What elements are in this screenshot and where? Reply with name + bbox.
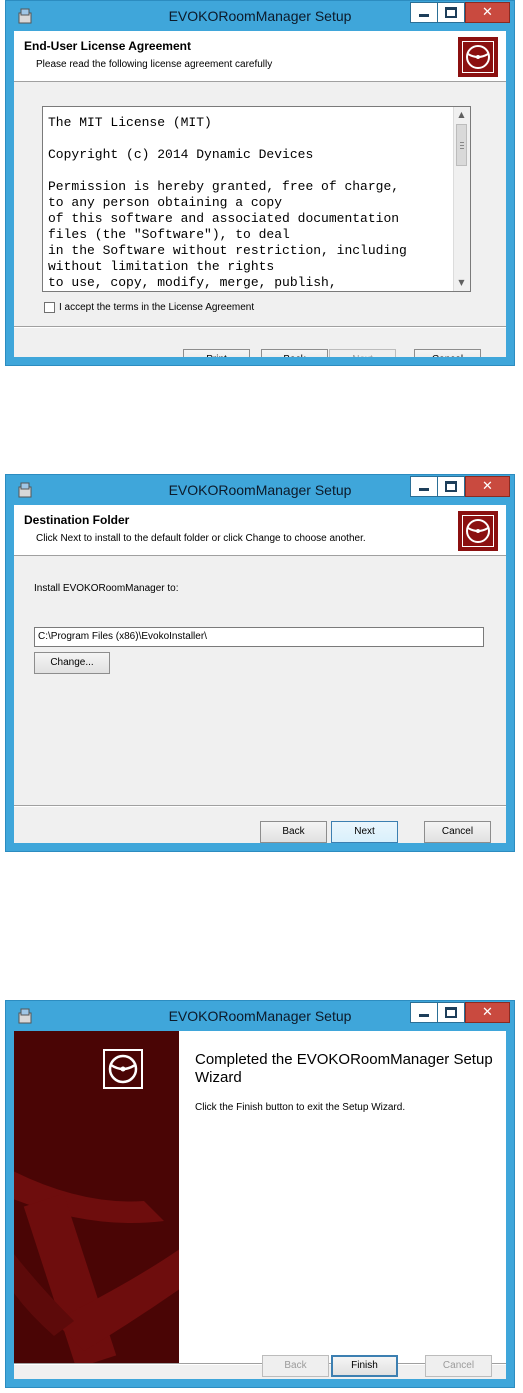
banner-title: Destination Folder xyxy=(24,513,130,527)
title-bar[interactable]: EVOKORoomManager Setup ✕ xyxy=(6,475,514,505)
accept-terms-row[interactable]: I accept the terms in the License Agreem… xyxy=(44,302,254,313)
title-bar[interactable]: EVOKORoomManager Setup ✕ xyxy=(6,1,514,31)
cancel-button[interactable]: Cancel xyxy=(424,821,491,843)
setup-window-license: EVOKORoomManager Setup ✕ End-User Licens… xyxy=(5,0,515,366)
back-button[interactable]: Back xyxy=(262,1355,329,1377)
close-icon: ✕ xyxy=(482,1005,493,1020)
next-button[interactable]: Next xyxy=(331,821,398,843)
maximize-icon xyxy=(445,481,457,492)
banner-subtitle: Click Next to install to the default fol… xyxy=(36,533,366,544)
banner-title: End-User License Agreement xyxy=(24,39,191,53)
close-icon: ✕ xyxy=(482,479,493,494)
close-button[interactable]: ✕ xyxy=(465,2,510,23)
completion-message: Click the Finish button to exit the Setu… xyxy=(195,1102,406,1113)
anchor-artwork-icon xyxy=(14,1031,179,1363)
change-button[interactable]: Change... xyxy=(34,652,110,674)
install-path-field[interactable]: C:\Program Files (x86)\EvokoInstaller\ xyxy=(34,627,484,647)
back-button[interactable]: Back xyxy=(260,821,327,843)
header-banner: Destination Folder Click Next to install… xyxy=(14,505,506,556)
print-button[interactable]: Print xyxy=(183,349,250,357)
accept-terms-label: I accept the terms in the License Agreem… xyxy=(59,302,255,313)
cancel-button[interactable]: Cancel xyxy=(425,1355,492,1377)
maximize-icon xyxy=(445,7,457,18)
separator xyxy=(14,805,506,807)
dialog-client: Destination Folder Click Next to install… xyxy=(14,505,506,843)
setup-window-completed: EVOKORoomManager Setup ✕ Completed the E… xyxy=(5,1000,515,1388)
accept-terms-checkbox[interactable] xyxy=(44,302,55,313)
maximize-button[interactable] xyxy=(437,476,465,497)
close-button[interactable]: ✕ xyxy=(465,476,510,497)
disc-logo-icon xyxy=(103,1049,143,1089)
maximize-button[interactable] xyxy=(437,2,465,23)
close-button[interactable]: ✕ xyxy=(465,1002,510,1023)
scroll-up-icon[interactable]: ▲ xyxy=(454,107,469,123)
wizard-content-panel: Completed the EVOKORoomManager Setup Wiz… xyxy=(179,1031,506,1363)
license-text-box[interactable]: The MIT License (MIT) Copyright (c) 2014… xyxy=(42,106,471,292)
minimize-button[interactable] xyxy=(410,1002,438,1023)
scroll-thumb[interactable] xyxy=(456,124,467,166)
wizard-side-panel xyxy=(14,1031,179,1363)
license-text: The MIT License (MIT) Copyright (c) 2014… xyxy=(48,115,407,290)
cancel-button[interactable]: Cancel xyxy=(414,349,481,357)
next-button[interactable]: Next xyxy=(329,349,396,357)
completion-heading: Completed the EVOKORoomManager Setup Wiz… xyxy=(195,1051,493,1086)
dialog-client: End-User License Agreement Please read t… xyxy=(14,31,506,357)
maximize-icon xyxy=(445,1007,457,1018)
banner-subtitle: Please read the following license agreem… xyxy=(36,59,273,70)
finish-button[interactable]: Finish xyxy=(331,1355,398,1377)
header-banner: End-User License Agreement Please read t… xyxy=(14,31,506,82)
minimize-icon xyxy=(419,14,429,17)
dialog-client: Completed the EVOKORoomManager Setup Wiz… xyxy=(14,1031,506,1379)
disc-logo-icon xyxy=(458,511,498,551)
minimize-icon xyxy=(419,488,429,491)
separator xyxy=(14,326,506,328)
install-location-label: Install EVOKORoomManager to: xyxy=(34,583,179,594)
minimize-icon xyxy=(419,1014,429,1017)
vertical-scrollbar[interactable]: ▲ ▼ xyxy=(453,107,470,291)
disc-logo-icon xyxy=(458,37,498,77)
minimize-button[interactable] xyxy=(410,2,438,23)
minimize-button[interactable] xyxy=(410,476,438,497)
title-bar[interactable]: EVOKORoomManager Setup ✕ xyxy=(6,1001,514,1031)
close-icon: ✕ xyxy=(482,5,493,20)
scroll-down-icon[interactable]: ▼ xyxy=(454,275,469,291)
maximize-button[interactable] xyxy=(437,1002,465,1023)
setup-window-destination: EVOKORoomManager Setup ✕ Destination Fol… xyxy=(5,474,515,852)
back-button[interactable]: Back xyxy=(261,349,328,357)
